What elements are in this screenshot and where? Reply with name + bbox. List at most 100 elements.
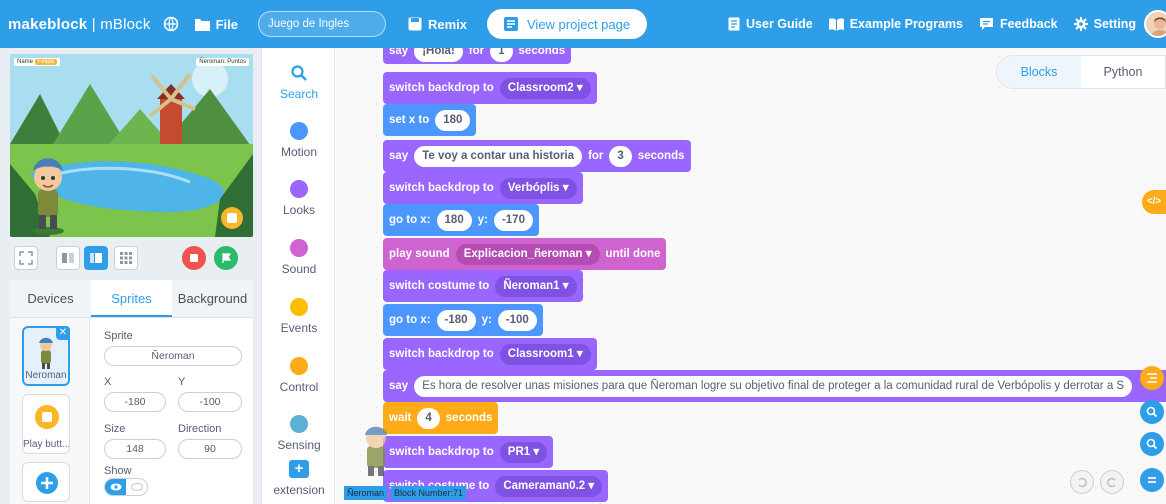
- tab-sprites[interactable]: Sprites: [91, 280, 172, 317]
- direction-input[interactable]: 90: [178, 439, 242, 459]
- eye-closed-icon[interactable]: [126, 479, 147, 495]
- brand-logo[interactable]: makeblock | mBlock: [8, 16, 151, 33]
- sprite-name-input[interactable]: Ñeroman: [104, 346, 242, 366]
- block-input[interactable]: 4: [417, 407, 440, 429]
- block-dropdown[interactable]: PR1 ▾: [499, 441, 548, 463]
- show-label: Show: [104, 465, 132, 477]
- feedback-link[interactable]: Feedback: [979, 17, 1058, 31]
- grid-view-button[interactable]: [114, 246, 138, 270]
- y-input[interactable]: -100: [178, 392, 242, 412]
- block-dropdown[interactable]: Verbóplis ▾: [499, 177, 577, 199]
- switch-backdrop-block[interactable]: switch backdrop to Verbóplis ▾: [383, 172, 583, 204]
- setting-label: Setting: [1093, 17, 1136, 31]
- view-project-page-button[interactable]: View project page: [487, 9, 648, 39]
- play-sound-until-done-block[interactable]: play sound Explicacion_ñeroman ▾ until d…: [383, 238, 667, 270]
- globe-icon[interactable]: [163, 16, 179, 32]
- block-input[interactable]: Te voy a contar una historia: [414, 145, 583, 167]
- block-input[interactable]: 180: [436, 209, 472, 231]
- show-toggle[interactable]: [104, 478, 148, 496]
- eye-open-icon[interactable]: [105, 479, 126, 495]
- code-panel-toggle-icon[interactable]: </>: [1142, 190, 1166, 214]
- zoom-in-button[interactable]: [1140, 400, 1164, 424]
- tab-python[interactable]: Python: [1081, 56, 1165, 88]
- tab-devices[interactable]: Devices: [10, 280, 91, 317]
- switch-costume-block[interactable]: switch costume to Ñeroman1 ▾: [383, 270, 583, 302]
- category-search[interactable]: Search: [263, 64, 335, 101]
- category-motion[interactable]: Motion: [263, 122, 335, 159]
- switch-backdrop-block[interactable]: switch backdrop to Classroom2 ▾: [383, 72, 597, 104]
- clean-up-button[interactable]: [1140, 366, 1164, 390]
- file-menu-button[interactable]: File: [194, 17, 238, 32]
- category-label: Motion: [280, 145, 318, 159]
- sprite-card-neroman[interactable]: ✕ Ñeroman: [22, 326, 70, 386]
- user-avatar[interactable]: [1144, 10, 1166, 38]
- user-guide-link[interactable]: User Guide: [728, 17, 813, 31]
- block-dropdown[interactable]: Cameraman0.2 ▾: [495, 475, 603, 497]
- sprite-card-play-button[interactable]: Play butt...: [22, 394, 70, 454]
- go-to-xy-block[interactable]: go to x: 180 y: -170: [383, 204, 539, 236]
- say-block[interactable]: say Es hora de resolver unas misiones pa…: [383, 370, 1166, 402]
- block-keyword: say: [389, 150, 409, 162]
- setting-menu[interactable]: Setting: [1073, 17, 1136, 31]
- add-sprite-button[interactable]: [22, 462, 70, 502]
- example-programs-link[interactable]: Example Programs: [828, 17, 963, 31]
- block-dropdown[interactable]: Classroom2 ▾: [499, 77, 591, 99]
- stop-button[interactable]: [182, 246, 206, 270]
- brand-name: makeblock: [8, 15, 88, 33]
- category-label: extension: [273, 483, 325, 497]
- tab-blocks[interactable]: Blocks: [997, 56, 1081, 88]
- block-input[interactable]: 180: [435, 109, 471, 131]
- category-events[interactable]: Events: [263, 298, 335, 335]
- category-extension[interactable]: + extension: [263, 460, 335, 497]
- block-keyword: for: [588, 150, 604, 162]
- fullscreen-icon: [19, 251, 33, 265]
- block-keyword: switch backdrop to: [389, 182, 494, 194]
- block-dropdown[interactable]: Classroom1 ▾: [499, 343, 591, 365]
- undo-button[interactable]: [1070, 470, 1094, 494]
- small-stage-button[interactable]: [56, 246, 80, 270]
- small-stage-icon: [62, 253, 74, 263]
- category-control[interactable]: Control: [263, 357, 335, 394]
- block-input[interactable]: -170: [493, 209, 533, 231]
- block-dropdown[interactable]: Ñeroman1 ▾: [495, 275, 577, 297]
- looks-dot-icon: [290, 180, 308, 198]
- block-input[interactable]: -100: [497, 309, 537, 331]
- remix-button[interactable]: Remix: [408, 17, 467, 32]
- category-sound[interactable]: Sound: [263, 239, 335, 276]
- switch-backdrop-block[interactable]: switch backdrop to Classroom1 ▾: [383, 338, 597, 370]
- fullscreen-button[interactable]: [14, 246, 38, 270]
- switch-backdrop-block[interactable]: switch backdrop to PR1 ▾: [383, 436, 554, 468]
- script-workspace[interactable]: say ¡Hola! for 1 seconds switch backdrop…: [336, 48, 1166, 504]
- block-dropdown[interactable]: Explicacion_ñeroman ▾: [455, 243, 600, 265]
- redo-button[interactable]: [1100, 470, 1124, 494]
- zoom-out-button[interactable]: [1140, 432, 1164, 456]
- view-project-page-label: View project page: [527, 16, 631, 32]
- block-input[interactable]: Es hora de resolver unas misiones para q…: [414, 375, 1133, 397]
- wait-block[interactable]: wait 4 seconds: [383, 402, 499, 434]
- block-input[interactable]: 1: [490, 48, 513, 62]
- top-right-menu: User Guide Example Programs Feedback Set…: [728, 0, 1136, 48]
- stage-canvas[interactable]: Name Felipe Ñeroman: Puntos: [10, 54, 253, 237]
- category-sensing[interactable]: Sensing: [263, 415, 335, 452]
- category-label: Looks: [282, 203, 316, 217]
- delete-sprite-icon[interactable]: ✕: [56, 326, 70, 340]
- go-to-xy-block[interactable]: go to x: -180 y: -100: [383, 304, 543, 336]
- block-input[interactable]: ¡Hola!: [414, 48, 463, 62]
- say-for-block[interactable]: say ¡Hola! for 1 seconds: [383, 48, 572, 64]
- say-for-block[interactable]: say Te voy a contar una historia for 3 s…: [383, 140, 691, 172]
- project-name-input[interactable]: Juego de Ingles: [257, 11, 386, 37]
- block-input[interactable]: 3: [609, 145, 632, 167]
- size-input[interactable]: 148: [104, 439, 166, 459]
- brand-app-name: mBlock: [100, 15, 151, 33]
- stage-play-button[interactable]: [221, 207, 243, 229]
- category-looks[interactable]: Looks: [263, 180, 335, 217]
- extension-plus-icon: +: [289, 460, 309, 478]
- set-x-block[interactable]: set x to 180: [383, 104, 477, 136]
- zoom-reset-button[interactable]: [1140, 468, 1164, 492]
- tab-background[interactable]: Background: [172, 280, 253, 317]
- block-input[interactable]: -180: [436, 309, 476, 331]
- green-flag-button[interactable]: [214, 246, 238, 270]
- normal-stage-button[interactable]: [84, 246, 108, 270]
- sprite-list: ✕ Ñeroman Play butt...: [10, 318, 90, 504]
- x-input[interactable]: -180: [104, 392, 166, 412]
